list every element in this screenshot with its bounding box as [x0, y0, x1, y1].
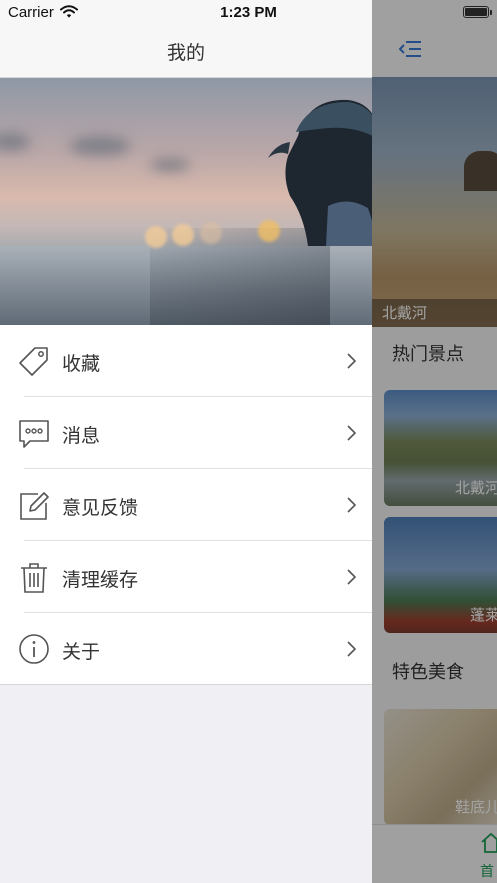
drawer-dim-overlay[interactable]: [372, 0, 497, 883]
menu-item-feedback[interactable]: 意见反馈: [0, 469, 372, 541]
info-icon: [18, 633, 50, 665]
side-drawer: 我的 收藏 消息 意见反馈 清理缓存 关于: [0, 0, 372, 883]
menu-item-label: 意见反馈: [62, 497, 139, 519]
chevron-right-icon: [346, 497, 357, 517]
settings-menu: 收藏 消息 意见反馈 清理缓存 关于: [0, 325, 372, 685]
chevron-right-icon: [346, 569, 357, 589]
menu-item-label: 消息: [62, 425, 101, 447]
clock: 1:23 PM: [220, 4, 277, 21]
status-bar: Carrier 1:23 PM: [0, 0, 497, 26]
menu-item-about[interactable]: 关于: [0, 613, 372, 685]
chevron-right-icon: [346, 425, 357, 445]
chevron-right-icon: [346, 353, 357, 373]
menu-item-label: 清理缓存: [62, 569, 139, 591]
person-silhouette: [268, 99, 372, 246]
menu-item-messages[interactable]: 消息: [0, 397, 372, 469]
message-icon: [18, 417, 50, 449]
menu-item-label: 关于: [62, 641, 101, 663]
page-title: 我的: [166, 42, 205, 64]
battery-icon: [463, 6, 492, 18]
profile-header-image: [0, 78, 372, 325]
menu-item-clear-cache[interactable]: 清理缓存: [0, 541, 372, 613]
chevron-right-icon: [346, 641, 357, 661]
menu-item-label: 收藏: [62, 353, 101, 375]
edit-icon: [18, 489, 50, 521]
trash-icon: [18, 561, 50, 593]
tag-icon: [18, 345, 50, 377]
menu-item-favorites[interactable]: 收藏: [0, 325, 372, 397]
